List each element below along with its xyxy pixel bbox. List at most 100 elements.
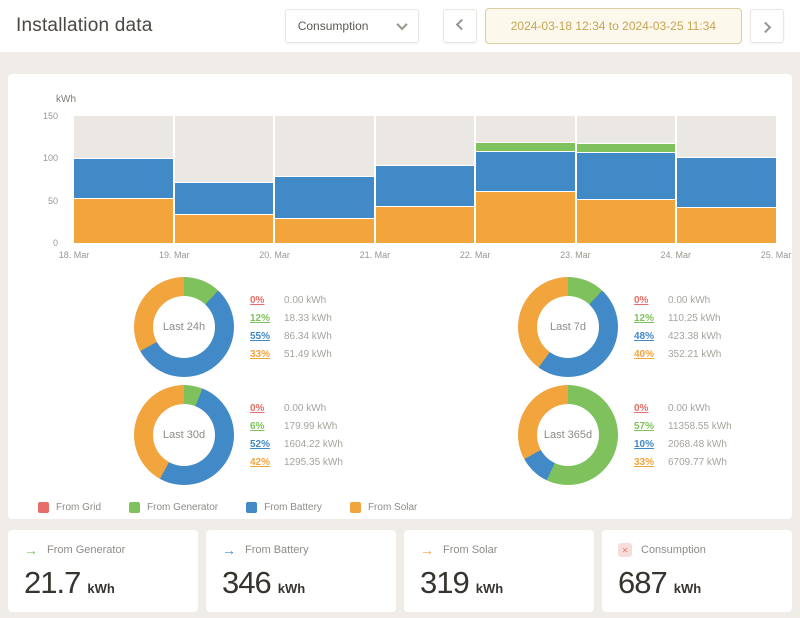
bar-segment-solar <box>74 198 173 243</box>
card-label: From Battery <box>245 544 309 556</box>
card-label: Consumption <box>641 544 706 556</box>
donut-ring: Last 7d <box>518 277 618 377</box>
card-value: 687kWh <box>618 565 776 601</box>
top-bar: Installation data Consumption 2024-03-18… <box>0 0 800 52</box>
donut-stat-percent-grid[interactable]: 0% <box>634 403 660 414</box>
donut-stat-row: 0% 0.00 kWh <box>250 295 332 306</box>
x-tick-label: 23. Mar <box>560 250 591 260</box>
donut-stat-percent-generator[interactable]: 12% <box>250 313 276 324</box>
stacked-bar <box>273 116 374 243</box>
card-value: 21.7kWh <box>24 565 182 601</box>
chart-legend: From GridFrom GeneratorFrom BatteryFrom … <box>38 502 784 513</box>
date-range-button[interactable]: 2024-03-18 12:34 to 2024-03-25 11:34 <box>485 8 742 44</box>
donut-ring: Last 24h <box>134 277 234 377</box>
donut-stat-percent-solar[interactable]: 33% <box>634 457 660 468</box>
x-tick-label: 25. Mar <box>761 250 792 260</box>
page: { "header": { "title": "Installation dat… <box>0 0 800 618</box>
donut-stat-row: 33%6709.77 kWh <box>634 457 732 468</box>
arrow-right-icon: → <box>24 543 38 557</box>
card-value-number: 319 <box>420 565 469 601</box>
stacked-bar <box>173 116 274 243</box>
legend-label: From Solar <box>368 502 417 513</box>
donut-stat-row: 40%352.21 kWh <box>634 349 721 360</box>
donut-stat-percent-generator[interactable]: 6% <box>250 421 276 432</box>
donut-stat-value: 0.00 kWh <box>284 403 326 414</box>
metric-dropdown-value: Consumption <box>298 19 369 33</box>
donut-ring: Last 30d <box>134 385 234 485</box>
donut-stat-row: 12%18.33 kWh <box>250 313 332 324</box>
card-value-unit: kWh <box>87 581 114 596</box>
donut-stat-row: 0% 0.00 kWh <box>634 295 721 306</box>
donut-stat-row: 0% 0.00 kWh <box>250 403 343 414</box>
legend-swatch-icon <box>38 502 49 513</box>
donut-stat-percent-battery[interactable]: 48% <box>634 331 660 342</box>
donut-stat-value: 51.49 kWh <box>284 349 332 360</box>
bar-segment-solar <box>376 206 475 243</box>
summary-cards: → From Generator 21.7kWh →From Battery 346 kW… <box>8 530 792 612</box>
card-header: →From Battery <box>222 543 380 557</box>
bar-segment-battery <box>577 152 676 199</box>
donut-stat-value: 0.00 kWh <box>284 295 326 306</box>
donut-stat-percent-battery[interactable]: 52% <box>250 439 276 450</box>
donut-stat-percent-grid[interactable]: 0% <box>250 295 276 306</box>
stacked-bar <box>575 116 676 243</box>
card-label: From Generator <box>47 544 125 556</box>
x-tick-label: 22. Mar <box>460 250 491 260</box>
card-value-number: 346 <box>222 565 271 601</box>
donut-stat-percent-generator[interactable]: 57% <box>634 421 660 432</box>
donut-stat-percent-grid[interactable]: 0% <box>250 403 276 414</box>
donut-center-label: Last 30d <box>153 404 215 466</box>
chevron-right-icon <box>760 22 771 33</box>
donut-stat-percent-solar[interactable]: 33% <box>250 349 276 360</box>
summary-card-from-battery: →From Battery 346 kWh <box>206 530 396 612</box>
bar-segment-battery <box>476 151 575 191</box>
prev-period-button[interactable] <box>443 9 477 43</box>
stacked-bar <box>74 116 173 243</box>
bar-segment-solar <box>577 199 676 243</box>
next-period-button[interactable] <box>750 9 784 43</box>
donut-stat-row: 48%423.38 kWh <box>634 331 721 342</box>
legend-label: From Grid <box>56 502 101 513</box>
card-value-unit: kWh <box>476 581 503 596</box>
donut-stat-value: 0.00 kWh <box>668 295 710 306</box>
donut-last-24h: Last 24h0%0.00 kWh12%18.33 kWh55%86.34 k… <box>16 276 400 378</box>
donut-stat-row: 0% 0.00 kWh <box>634 403 732 414</box>
donut-stat-percent-solar[interactable]: 40% <box>634 349 660 360</box>
stacked-bar <box>474 116 575 243</box>
donut-stat-value: 0.00 kWh <box>668 403 710 414</box>
donut-stat-value: 110.25 kWh <box>668 313 721 324</box>
donut-stat-percent-solar[interactable]: 42% <box>250 457 276 468</box>
donut-center-label: Last 365d <box>537 404 599 466</box>
card-value: 319 kWh <box>420 565 578 601</box>
donut-stat-percent-generator[interactable]: 12% <box>634 313 660 324</box>
donut-stats: 0%0.00 kWh6%179.99 kWh52%1604.22 kWh42%1… <box>250 403 343 468</box>
installation-data-panel: kWh 150100500 18. Mar19. Mar20. Mar21. M… <box>8 74 792 519</box>
x-tick-label: 24. Mar <box>660 250 691 260</box>
metric-dropdown[interactable]: Consumption <box>285 9 419 43</box>
bar-segment-battery <box>175 182 274 214</box>
y-tick-label: 100 <box>43 153 58 163</box>
donut-stat-value: 11358.55 kWh <box>668 421 732 432</box>
consumption-icon: ✕ <box>618 543 632 557</box>
bar-segment-battery <box>376 165 475 206</box>
donut-last-30d: Last 30d0%0.00 kWh6%179.99 kWh52%1604.22… <box>16 384 400 486</box>
donut-stat-percent-battery[interactable]: 55% <box>250 331 276 342</box>
card-value-unit: kWh <box>278 581 305 596</box>
legend-swatch-icon <box>350 502 361 513</box>
chevron-down-icon <box>396 19 407 30</box>
donut-stat-row: 42%1295.35 kWh <box>250 457 343 468</box>
x-tick-label: 18. Mar <box>59 250 90 260</box>
card-header: ✕ Consumption <box>618 543 776 557</box>
y-axis-unit-label: kWh <box>56 94 76 105</box>
bar-segment-battery <box>74 158 173 198</box>
legend-item-battery: From Battery <box>246 502 322 513</box>
y-tick-label: 0 <box>53 238 58 248</box>
donut-grid: Last 24h0%0.00 kWh12%18.33 kWh55%86.34 k… <box>16 276 784 486</box>
donut-stat-value: 179.99 kWh <box>284 421 337 432</box>
x-tick-label: 20. Mar <box>259 250 290 260</box>
x-axis: 18. Mar19. Mar20. Mar21. Mar22. Mar23. M… <box>74 250 776 264</box>
donut-stat-percent-grid[interactable]: 0% <box>634 295 660 306</box>
donut-last-365d: Last 365d0%0.00 kWh57%11358.55 kWh10%206… <box>400 384 784 486</box>
card-header: → From Generator <box>24 543 182 557</box>
donut-stat-percent-battery[interactable]: 10% <box>634 439 660 450</box>
